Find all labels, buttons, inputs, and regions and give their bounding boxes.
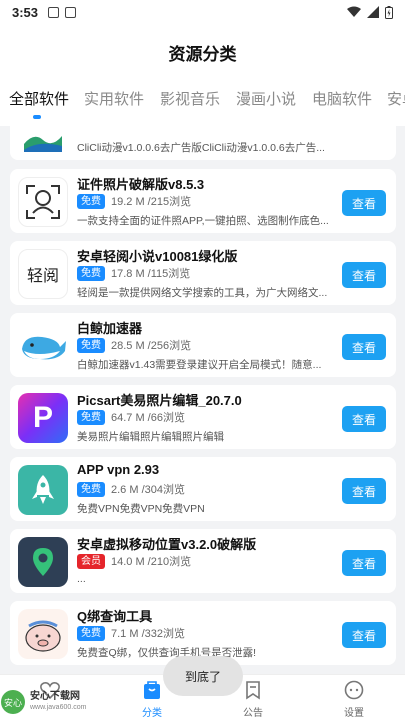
app-meta: 免费 7.1 M /332浏览 (77, 625, 185, 641)
notification-a-icon (48, 6, 60, 18)
app-meta: 会员 14.0 M /210浏览 (77, 553, 191, 569)
tab-pc-software[interactable]: 电脑软件 (312, 88, 372, 109)
settings-face-icon (344, 680, 364, 700)
tab-video-music[interactable]: 影视音乐 (160, 88, 220, 109)
app-meta: 免费 19.2 M /215浏览 (77, 193, 191, 209)
wifi-icon (347, 6, 361, 17)
tab-android[interactable]: 安卓 (387, 88, 405, 109)
picsart-icon: P (18, 393, 68, 443)
app-size-views: 17.8 M /115浏览 (111, 268, 191, 280)
view-button[interactable]: 查看 (342, 406, 386, 432)
status-time: 3:53 (12, 4, 39, 20)
end-of-list-toast: 到底了 (163, 656, 243, 696)
app-description: ... (77, 573, 86, 585)
list-item[interactable]: P Picsart美易照片编辑_20.7.0 免费 64.7 M /66浏览 美… (10, 385, 396, 449)
list-item[interactable]: 轻阅 安卓轻阅小说v10081绿化版 免费 17.8 M /115浏览 轻阅是一… (10, 241, 396, 305)
free-badge: 免费 (77, 409, 105, 425)
app-description: CliCli动漫v1.0.0.6去广告版CliCli动漫v1.0.0.6去广告.… (77, 142, 325, 154)
app-size-views: 14.0 M /210浏览 (111, 556, 192, 568)
view-button[interactable]: 查看 (342, 550, 386, 576)
list-item[interactable]: 证件照片破解版v8.5.3 免费 19.2 M /215浏览 一款支持全面的证件… (10, 169, 396, 233)
nav-label-notice: 公告 (243, 708, 263, 719)
bag-icon (144, 681, 160, 699)
free-badge: 免费 (77, 193, 105, 209)
vip-badge: 会员 (77, 553, 105, 569)
watermark-logo-text: 安心 (4, 697, 22, 709)
list-item[interactable]: CliCli动漫v1.0.0.6去广告版CliCli动漫v1.0.0.6去广告.… (10, 126, 396, 160)
free-badge: 免费 (77, 481, 105, 497)
view-button[interactable]: 查看 (342, 262, 386, 288)
app-size-views: 7.1 M /332浏览 (111, 628, 185, 640)
free-badge: 免费 (77, 337, 105, 353)
app-size-views: 64.7 M /66浏览 (111, 412, 185, 424)
list-item[interactable]: 安卓虚拟移动位置v3.2.0破解版 会员 14.0 M /210浏览 ... 查… (10, 529, 396, 593)
list-item[interactable]: 白鲸加速器 免费 28.5 M /256浏览 白鲸加速器v1.43需要登录建议开… (10, 313, 396, 377)
nav-label-settings: 设置 (344, 708, 364, 719)
app-size-views: 28.5 M /256浏览 (111, 340, 192, 352)
app-size-views: 19.2 M /215浏览 (111, 196, 192, 208)
battery-icon (385, 5, 393, 19)
app-name: 安卓轻阅小说v10081绿化版 (77, 249, 238, 264)
app-name: 安卓虚拟移动位置v3.2.0破解版 (77, 537, 257, 552)
picsart-icon-letter: P (32, 401, 53, 434)
app-name: Picsart美易照片编辑_20.7.0 (77, 393, 242, 408)
app-name: 白鲸加速器 (77, 321, 143, 336)
app-description: 白鲸加速器v1.43需要登录建议开启全局模式！随意... (77, 359, 322, 371)
view-button[interactable]: 查看 (342, 622, 386, 648)
status-bar: 3:53 (0, 0, 405, 24)
nav-item-settings[interactable]: 设置 (324, 679, 384, 719)
watermark-logo-icon: 安心 (1, 690, 25, 714)
reader-icon-text: 轻阅 (26, 266, 59, 285)
id-photo-icon (18, 177, 68, 227)
app-meta: 免费 17.8 M /115浏览 (77, 265, 190, 281)
app-description: 免费VPN免费VPN免费VPN (77, 503, 205, 515)
notice-icon (246, 681, 260, 700)
pig-icon (18, 609, 68, 659)
page-title: 资源分类 (168, 44, 237, 64)
whale-icon (18, 321, 68, 371)
app-name: 证件照片破解版v8.5.3 (77, 177, 205, 192)
rocket-icon (18, 465, 68, 515)
clicli-icon (18, 126, 68, 154)
list-item[interactable]: APP vpn 2.93 免费 2.6 M /304浏览 免费VPN免费VPN免… (10, 457, 396, 521)
watermark-logo: 安心 安心下载网 www.java600.com (0, 686, 110, 718)
location-pin-icon (18, 537, 68, 587)
app-name: APP vpn 2.93 (77, 462, 160, 477)
app-description: 美易照片编辑照片编辑照片编辑 (77, 431, 224, 443)
app-description: 一款支持全面的证件照APP,一键拍照、选图制作底色... (77, 215, 329, 227)
app-meta: 免费 28.5 M /256浏览 (77, 337, 191, 353)
reader-icon: 轻阅 (18, 249, 68, 299)
tab-indicator (33, 115, 41, 119)
app-meta: 免费 64.7 M /66浏览 (77, 409, 185, 425)
app-size-views: 2.6 M /304浏览 (111, 484, 185, 496)
free-badge: 免费 (77, 625, 105, 641)
app-meta: 免费 2.6 M /304浏览 (77, 481, 185, 497)
tab-comics-novels[interactable]: 漫画小说 (236, 88, 296, 109)
category-tabs: 全部软件 实用软件 影视音乐 漫画小说 电脑软件 安卓 (0, 80, 405, 126)
page-header: 资源分类 (0, 24, 405, 80)
app-list[interactable]: CliCli动漫v1.0.0.6去广告版CliCli动漫v1.0.0.6去广告.… (0, 126, 405, 674)
watermark-text: 安心下载网 (30, 691, 80, 702)
view-button[interactable]: 查看 (342, 478, 386, 504)
view-button[interactable]: 查看 (342, 334, 386, 360)
watermark-subtext: www.java600.com (30, 704, 87, 711)
free-badge: 免费 (77, 265, 105, 281)
tab-utility-software[interactable]: 实用软件 (84, 88, 144, 109)
tab-all-software[interactable]: 全部软件 (9, 88, 69, 109)
view-button[interactable]: 查看 (342, 190, 386, 216)
nav-label-category: 分类 (142, 708, 162, 719)
app-description: 轻阅是一款提供网络文学搜索的工具，为广大网络文... (77, 287, 328, 299)
notification-image-icon (65, 6, 77, 18)
app-name: Q绑查询工具 (77, 609, 153, 624)
signal-icon (367, 6, 379, 18)
